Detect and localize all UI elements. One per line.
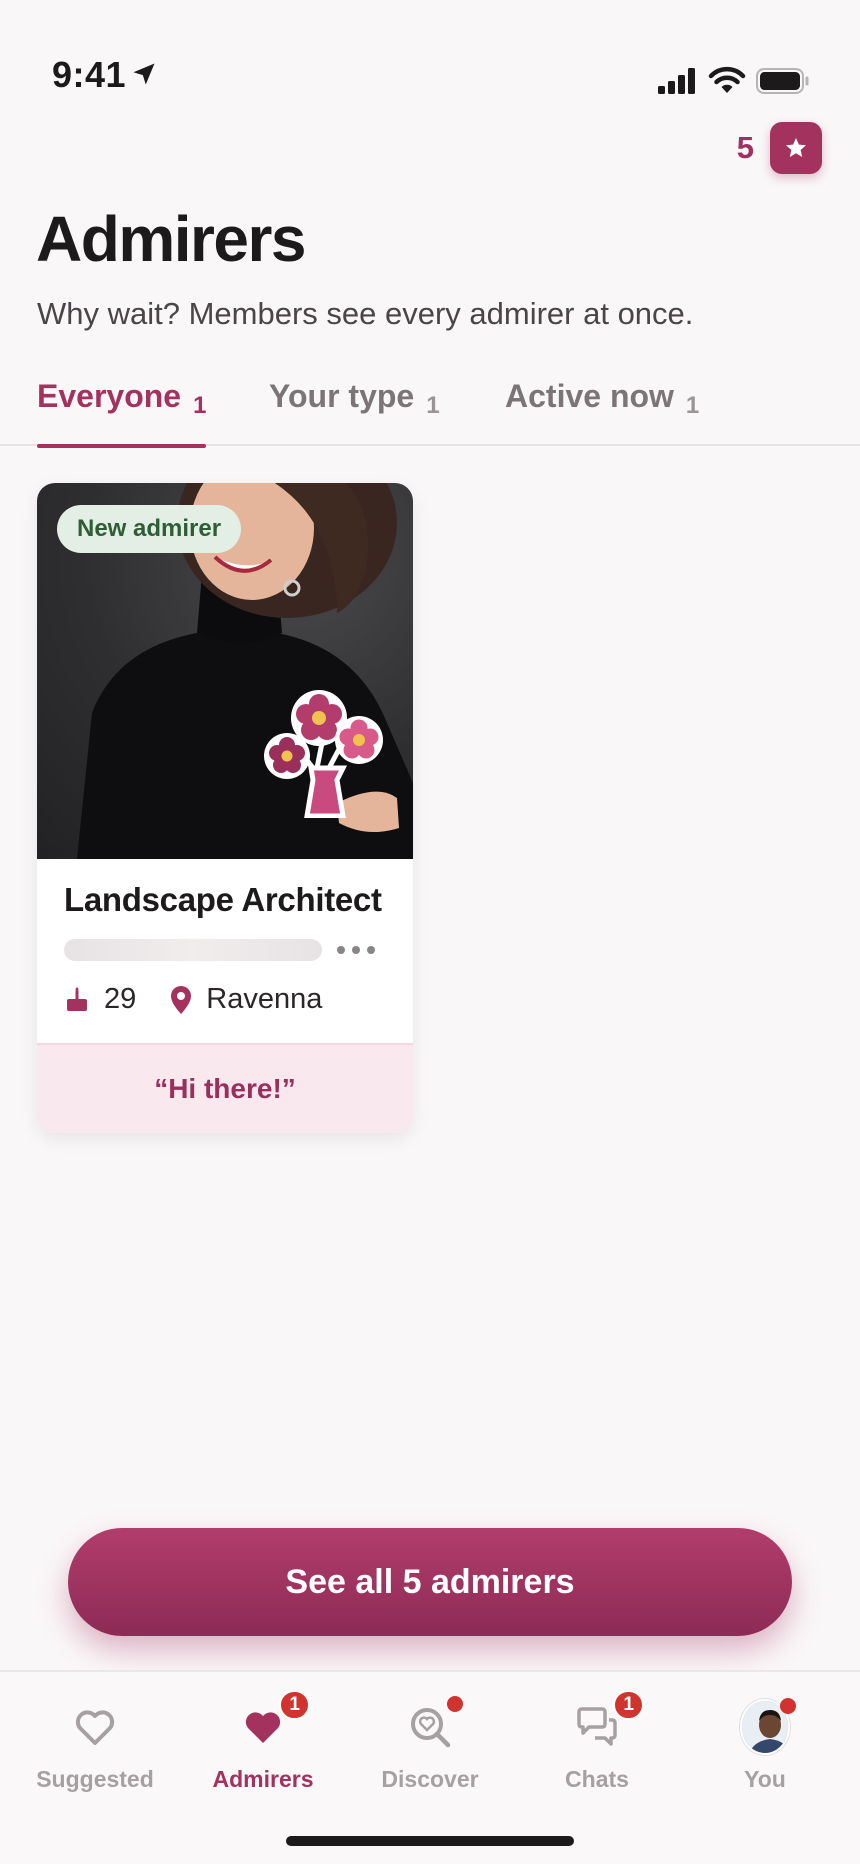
tab-label: Your type — [269, 378, 415, 414]
nav-admirers[interactable]: 1 Admirers — [188, 1690, 338, 1793]
search-heart-icon — [405, 1696, 463, 1752]
more-options-icon[interactable] — [337, 939, 375, 961]
new-admirer-badge: New admirer — [57, 505, 242, 553]
admirer-card[interactable]: New admirer Landscape Architect 29 Raven… — [37, 483, 413, 1133]
tab-count: 1 — [426, 392, 440, 419]
battery-icon — [756, 68, 809, 94]
cake-icon — [64, 986, 90, 1013]
status-bar: 9:41 — [0, 0, 860, 120]
tab-count: 1 — [193, 392, 207, 419]
home-indicator — [286, 1836, 574, 1846]
tab-active-now[interactable]: Active now 1 — [505, 378, 699, 446]
profile-photo: New admirer — [37, 483, 413, 859]
star-icon[interactable] — [770, 122, 822, 174]
heart-filled-icon: 1 — [238, 1690, 310, 1752]
nav-chats[interactable]: 1 Chats — [522, 1690, 672, 1793]
admirer-meta: 29 Ravenna — [64, 983, 322, 1016]
nav-label: Suggested — [36, 1766, 154, 1792]
see-all-admirers-button[interactable]: See all 5 admirers — [68, 1528, 792, 1636]
admirer-message: “Hi there!” — [37, 1043, 413, 1133]
nav-count-badge: 1 — [279, 1690, 310, 1720]
status-time: 9:41 — [52, 54, 127, 95]
page-subtitle: Why wait? Members see every admirer at o… — [37, 296, 694, 331]
location-arrow-icon — [133, 63, 155, 85]
credits-counter[interactable]: 5 — [737, 122, 822, 174]
nav-label: Admirers — [212, 1766, 314, 1792]
heart-outline-icon — [70, 1702, 120, 1752]
filter-tabs: Everyone 1 Your type 1 Active now 1 — [0, 378, 860, 448]
signal-icon — [658, 68, 695, 94]
nav-label: Discover — [381, 1766, 479, 1792]
admirer-name: Landscape Architect — [64, 881, 382, 918]
wifi-icon — [708, 66, 746, 93]
tab-label: Everyone — [37, 378, 182, 414]
notification-dot — [780, 1698, 796, 1714]
nav-label: Chats — [565, 1766, 629, 1792]
location-pin-icon — [170, 985, 192, 1014]
tab-everyone[interactable]: Everyone 1 — [37, 378, 207, 448]
tab-label: Active now — [505, 378, 674, 414]
flower-vase-icon — [264, 690, 383, 818]
nav-discover[interactable]: Discover — [355, 1696, 505, 1793]
admirer-age: 29 — [104, 983, 137, 1015]
blurred-bio — [64, 939, 322, 961]
page-title: Admirers — [36, 203, 307, 275]
credits-count: 5 — [736, 130, 754, 165]
nav-suggested[interactable]: Suggested — [20, 1702, 170, 1793]
chat-bubbles-icon: 1 — [572, 1690, 644, 1752]
tab-count: 1 — [685, 392, 700, 419]
admirer-location: Ravenna — [206, 983, 323, 1015]
nav-label: You — [744, 1766, 786, 1792]
notification-dot — [447, 1696, 463, 1712]
nav-count-badge: 1 — [613, 1690, 644, 1720]
nav-you[interactable]: You — [690, 1698, 840, 1793]
tab-your-type[interactable]: Your type 1 — [269, 378, 440, 446]
bottom-nav: Suggested 1 Admirers Discover 1 Chats Yo… — [0, 1670, 860, 1864]
